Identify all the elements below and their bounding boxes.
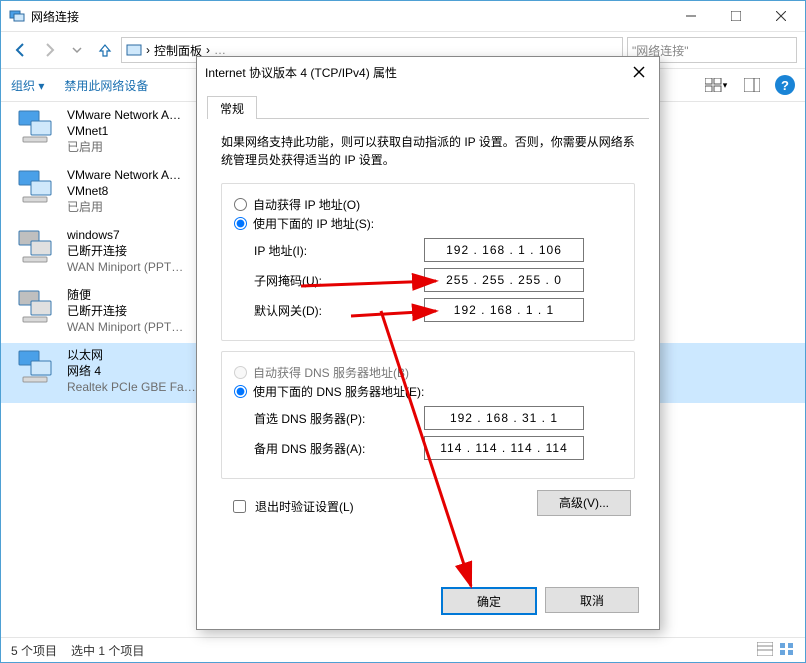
adapter-icon — [17, 167, 57, 207]
window-title: 网络连接 — [31, 8, 668, 25]
dns-group: 自动获得 DNS 服务器地址(B) 使用下面的 DNS 服务器地址(E): 首选… — [221, 351, 635, 479]
close-button[interactable] — [758, 2, 803, 30]
breadcrumb-item[interactable]: 控制面板 — [154, 42, 202, 59]
adapter-icon — [17, 107, 57, 147]
adapter-name: VMware Network A… — [67, 167, 181, 183]
radio-auto-dns: 自动获得 DNS 服务器地址(B) — [234, 364, 622, 381]
adapter-labels: VMware Network A…VMnet8已启用 — [67, 167, 181, 215]
ipv4-properties-dialog: Internet 协议版本 4 (TCP/IPv4) 属性 常规 如果网络支持此… — [196, 56, 660, 630]
ok-button[interactable]: 确定 — [441, 587, 537, 615]
adapter-line3: WAN Miniport (PPT… — [67, 259, 183, 275]
help-button[interactable]: ? — [775, 75, 795, 95]
validate-checkbox-input[interactable] — [233, 500, 246, 513]
dialog-tabs: 常规 — [207, 95, 649, 119]
preview-pane-button[interactable] — [739, 72, 765, 98]
subnet-mask-input[interactable]: 255 . 255 . 255 . 0 — [424, 268, 584, 292]
ip-address-input[interactable]: 192 . 168 . 1 . 106 — [424, 238, 584, 262]
view-details-icon[interactable] — [757, 642, 773, 659]
adapter-labels: 以太网网络 4Realtek PCIe GBE Fa… — [67, 347, 196, 395]
adapter-icon — [17, 347, 57, 387]
adapter-icon — [17, 227, 57, 267]
disable-device-link[interactable]: 禁用此网络设备 — [64, 77, 148, 94]
explorer-window: 网络连接 › 控制面板 › … "网络连接" 组织 ▾ 禁用此网络设备 ▾ ? — [0, 0, 806, 663]
adapter-labels: VMware Network A…VMnet1已启用 — [67, 107, 181, 155]
adapter-labels: windows7已断开连接WAN Miniport (PPT… — [67, 227, 183, 275]
dialog-titlebar: Internet 协议版本 4 (TCP/IPv4) 属性 — [197, 57, 659, 87]
back-button[interactable] — [9, 38, 33, 62]
validate-checkbox[interactable]: 退出时验证设置(L) — [229, 497, 354, 516]
radio-manual-ip-input[interactable] — [234, 217, 247, 230]
adapter-name: windows7 — [67, 227, 183, 243]
status-bar: 5 个项目 选中 1 个项目 — [1, 637, 805, 662]
adapter-line3: WAN Miniport (PPT… — [67, 319, 183, 335]
breadcrumb-sep: › — [206, 43, 210, 57]
control-panel-icon — [126, 42, 142, 58]
adapter-line2: 网络 4 — [67, 363, 196, 379]
radio-auto-ip-input[interactable] — [234, 198, 247, 211]
status-selected: 选中 1 个项目 — [71, 642, 144, 659]
advanced-button[interactable]: 高级(V)... — [537, 490, 631, 516]
radio-manual-ip[interactable]: 使用下面的 IP 地址(S): — [234, 215, 622, 232]
gateway-label: 默认网关(D): — [254, 302, 424, 319]
titlebar: 网络连接 — [1, 1, 805, 32]
adapter-line2: VMnet8 — [67, 183, 181, 199]
adapter-line3: 已启用 — [67, 199, 181, 215]
network-connections-icon — [9, 8, 25, 24]
radio-manual-dns[interactable]: 使用下面的 DNS 服务器地址(E): — [234, 383, 622, 400]
minimize-button[interactable] — [668, 2, 713, 30]
pref-dns-label: 首选 DNS 服务器(P): — [254, 410, 424, 427]
dialog-info-text: 如果网络支持此功能，则可以获取自动指派的 IP 设置。否则，你需要从网络系统管理… — [221, 133, 635, 169]
recent-locations-dropdown[interactable] — [65, 38, 89, 62]
alt-dns-label: 备用 DNS 服务器(A): — [254, 440, 424, 457]
status-count: 5 个项目 — [11, 642, 57, 659]
adapter-line2: VMnet1 — [67, 123, 181, 139]
dialog-buttons: 确定 取消 — [203, 579, 653, 623]
radio-auto-ip[interactable]: 自动获得 IP 地址(O) — [234, 196, 622, 213]
up-button[interactable] — [93, 38, 117, 62]
breadcrumb-truncated: … — [214, 43, 226, 57]
radio-auto-dns-input — [234, 366, 247, 379]
adapter-labels: 随便已断开连接WAN Miniport (PPT… — [67, 287, 183, 335]
dialog-title: Internet 协议版本 4 (TCP/IPv4) 属性 — [205, 64, 627, 81]
ip-group: 自动获得 IP 地址(O) 使用下面的 IP 地址(S): IP 地址(I): … — [221, 183, 635, 341]
pref-dns-input[interactable]: 192 . 168 . 31 . 1 — [424, 406, 584, 430]
cancel-button[interactable]: 取消 — [545, 587, 639, 613]
dialog-close-button[interactable] — [627, 60, 651, 84]
subnet-mask-label: 子网掩码(U): — [254, 272, 424, 289]
view-options-button[interactable]: ▾ — [703, 72, 729, 98]
ip-address-label: IP 地址(I): — [254, 242, 424, 259]
organize-menu[interactable]: 组织 ▾ — [11, 77, 44, 94]
alt-dns-input[interactable]: 114 . 114 . 114 . 114 — [424, 436, 584, 460]
breadcrumb-sep: › — [146, 43, 150, 57]
adapter-line2: 已断开连接 — [67, 303, 183, 319]
maximize-button[interactable] — [713, 2, 758, 30]
radio-manual-dns-input[interactable] — [234, 385, 247, 398]
adapter-line3: 已启用 — [67, 139, 181, 155]
forward-button[interactable] — [37, 38, 61, 62]
tab-general[interactable]: 常规 — [207, 96, 257, 119]
adapter-name: 以太网 — [67, 347, 196, 363]
adapter-line3: Realtek PCIe GBE Fa… — [67, 379, 196, 395]
view-large-icon[interactable] — [779, 642, 795, 659]
gateway-input[interactable]: 192 . 168 . 1 . 1 — [424, 298, 584, 322]
adapter-name: VMware Network A… — [67, 107, 181, 123]
adapter-line2: 已断开连接 — [67, 243, 183, 259]
adapter-name: 随便 — [67, 287, 183, 303]
adapter-icon — [17, 287, 57, 327]
